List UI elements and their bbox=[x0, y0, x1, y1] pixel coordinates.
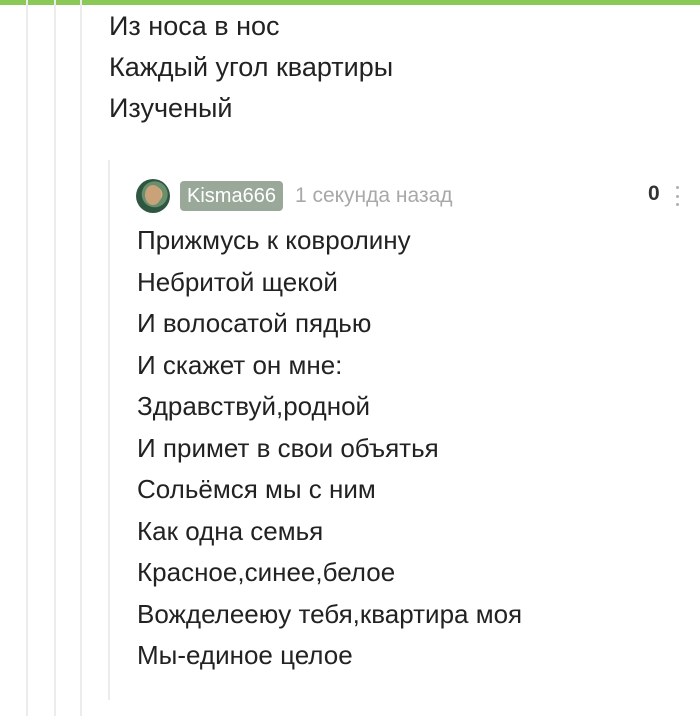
comment-rating: 0 bbox=[648, 182, 660, 205]
comment-line: Здравствуй,родной bbox=[137, 391, 371, 421]
comment-header: Kisma666 1 секунда назад bbox=[136, 178, 453, 214]
reply-thread-line[interactable] bbox=[108, 160, 110, 700]
comment-line: Красное,синее,белое bbox=[137, 557, 396, 587]
previous-comment-body: Из носа в нос Каждый угол квартиры Изуче… bbox=[109, 6, 393, 129]
username-badge[interactable]: Kisma666 bbox=[180, 181, 283, 211]
comment-line: Прижмусь к ковролину bbox=[137, 225, 411, 255]
thread-line bbox=[54, 0, 56, 716]
thread-line bbox=[26, 0, 28, 716]
comment-line: Мы-единое целое bbox=[137, 640, 353, 670]
more-vertical-icon[interactable] bbox=[674, 186, 680, 206]
top-accent-bar bbox=[0, 0, 700, 5]
comment-timestamp[interactable]: 1 секунда назад bbox=[295, 184, 453, 208]
comment-line: Небритой щекой bbox=[137, 266, 338, 297]
comment-line: Как одна семья bbox=[137, 515, 324, 546]
thread-line bbox=[80, 0, 82, 716]
comment-line: Вожделееюу тебя,квартира моя bbox=[137, 598, 523, 629]
comment-line: И примет в свои объятья bbox=[137, 432, 439, 463]
comment-line: И волосатой пядью bbox=[137, 308, 372, 338]
comment-line: Сольёмся мы с ним bbox=[137, 474, 376, 504]
comment-line: Каждый угол квартиры bbox=[109, 52, 394, 82]
comment-line: Из носа в нос bbox=[109, 11, 280, 41]
user-avatar[interactable] bbox=[136, 179, 170, 213]
comment-line: Изученый bbox=[109, 93, 233, 123]
comment-line: И скажет он мне: bbox=[137, 349, 343, 380]
comment-body: Прижмусь к ковролину Небритой щекой И во… bbox=[137, 220, 522, 677]
